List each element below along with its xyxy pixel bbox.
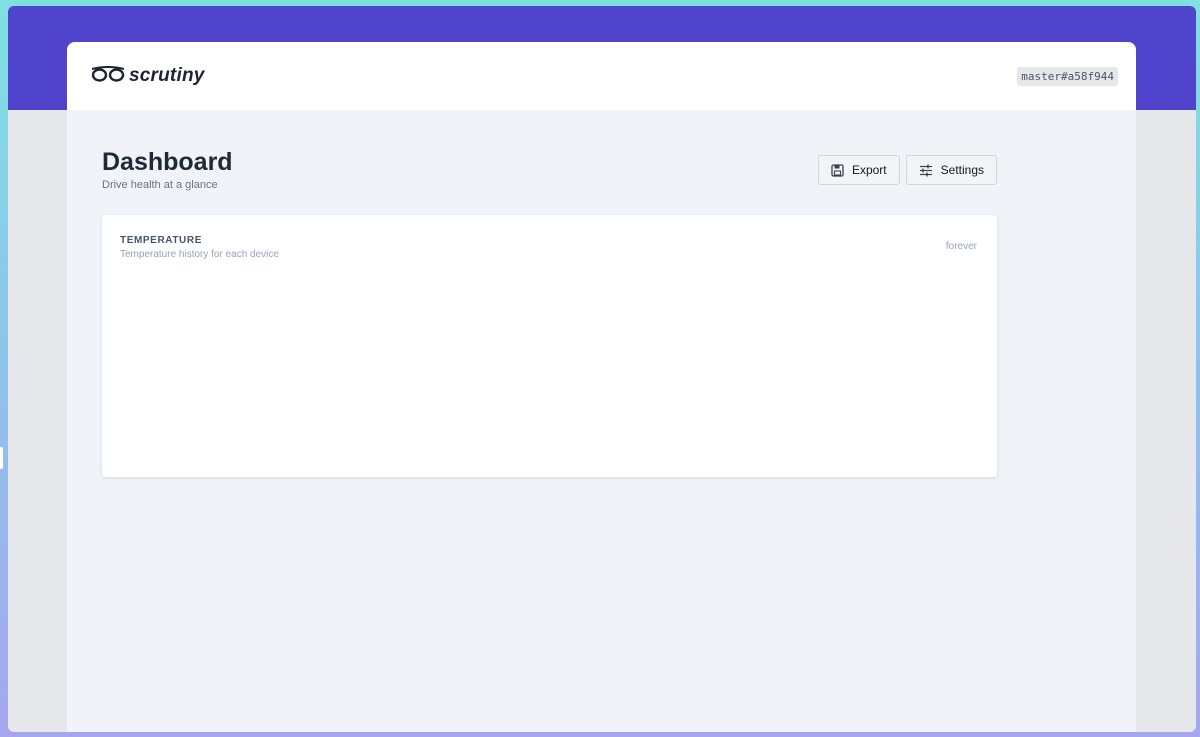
logo-text: scrutiny: [129, 65, 205, 86]
main-content: Dashboard Drive health at a glance Expor…: [67, 110, 1136, 477]
temperature-card: TEMPERATURE Temperature history for each…: [102, 215, 997, 477]
sliders-icon: [919, 164, 933, 177]
save-icon: [831, 163, 844, 177]
settings-button[interactable]: Settings: [905, 155, 997, 185]
temperature-card-heading: TEMPERATURE Temperature history for each…: [120, 235, 279, 477]
top-header: scrutiny master#a58f944: [67, 42, 1136, 110]
temperature-range-selector[interactable]: forever: [946, 241, 977, 477]
temperature-card-title: TEMPERATURE: [120, 235, 202, 246]
version-badge: master#a58f944: [1017, 66, 1118, 86]
page-title: Dashboard: [102, 148, 233, 176]
side-handle[interactable]: [0, 447, 3, 469]
export-label: Export: [851, 163, 887, 177]
page-actions: Export Settings: [817, 155, 997, 191]
settings-label: Settings: [940, 163, 984, 177]
temperature-card-subtitle: Temperature history for each device: [120, 249, 279, 260]
page-subtitle: Drive health at a glance: [102, 179, 218, 191]
export-button[interactable]: Export: [817, 155, 900, 185]
logo[interactable]: scrutiny: [91, 65, 205, 87]
glasses-icon: [91, 65, 125, 87]
app-container: scrutiny master#a58f944 Dashboard Drive …: [67, 42, 1136, 732]
page-header: Dashboard Drive health at a glance Expor…: [102, 148, 997, 191]
browser-window: scrutiny master#a58f944 Dashboard Drive …: [8, 6, 1196, 732]
